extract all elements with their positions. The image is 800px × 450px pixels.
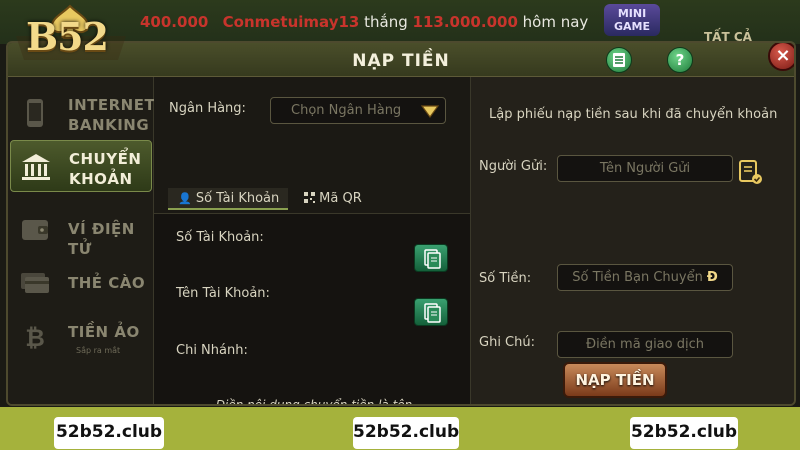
memo-placeholder: Điền mã giao dịch bbox=[586, 337, 704, 352]
tab-account-number[interactable]: 👤 Số Tài Khoản bbox=[168, 188, 288, 210]
bank-select[interactable]: Chọn Ngân Hàng bbox=[270, 97, 446, 124]
close-button[interactable]: × bbox=[768, 43, 794, 71]
sender-input[interactable]: Tên Người Gửi bbox=[557, 155, 733, 182]
sidebar-item-label: TIỀN ẢO bbox=[68, 322, 140, 342]
sidebar-label-line1: VÍ ĐIỆN TỬ bbox=[68, 220, 135, 258]
bank-select-placeholder: Chọn Ngân Hàng bbox=[291, 103, 402, 118]
ticker-verb: thắng bbox=[364, 13, 408, 31]
account-details-box: Số Tài Khoản: Tên Tài Khoản: Chi Nhánh: … bbox=[154, 213, 470, 406]
sidebar-item-label: THẺ CÀO bbox=[68, 273, 145, 293]
bitcoin-icon: ₿ bbox=[25, 324, 45, 352]
help-button[interactable]: ? bbox=[667, 47, 693, 73]
copy-account-number-button[interactable] bbox=[414, 244, 448, 272]
copy-icon bbox=[424, 303, 441, 323]
watermark-label: 52b52.club bbox=[54, 417, 164, 449]
copy-icon bbox=[424, 249, 441, 269]
payment-method-sidebar: INTERNET BANKING CHUYỂN KHOẢN VÍ ĐIỆN TỬ… bbox=[8, 77, 155, 404]
branch-label: Chi Nhánh: bbox=[176, 343, 248, 358]
sidebar-label-line1: CHUYỂN bbox=[69, 150, 142, 168]
sidebar-item-the-cao[interactable]: THẺ CÀO bbox=[10, 257, 152, 309]
card-icon bbox=[21, 273, 49, 293]
bank-icon bbox=[22, 154, 50, 180]
coming-soon-label: Sắp ra mắt bbox=[76, 346, 121, 355]
memo-input[interactable]: Điền mã giao dịch bbox=[557, 331, 733, 358]
deposit-dialog: NẠP TIỀN ? × INTERNET BANKING CHUYỂN KHO… bbox=[6, 41, 796, 406]
currency-icon: Đ bbox=[706, 270, 718, 285]
logo-text: B52 bbox=[26, 14, 109, 59]
close-icon: × bbox=[775, 45, 791, 66]
b52-logo: B52 bbox=[6, 2, 136, 64]
chevron-down-icon bbox=[420, 105, 440, 119]
deposit-form-panel: Lập phiếu nạp tiền sau khi đã chuyển kho… bbox=[470, 77, 794, 404]
ticker-amount-left: 400.000 bbox=[140, 13, 209, 31]
ticker-amount: 113.000.000 bbox=[412, 13, 518, 31]
transfer-note: Điền nội dung chuyển tiền là tên chủ tài… bbox=[215, 398, 413, 406]
submit-deposit-button[interactable]: NẠP TIỀN bbox=[563, 362, 667, 398]
sidebar-item-vi-dien-tu[interactable]: VÍ ĐIỆN TỬ bbox=[10, 203, 152, 258]
sidebar-label-line2: BANKING bbox=[68, 116, 150, 134]
sidebar-item-internet-banking[interactable]: INTERNET BANKING bbox=[10, 87, 155, 139]
tab-account-label: Số Tài Khoản bbox=[195, 191, 280, 206]
sidebar-item-label: INTERNET BANKING bbox=[68, 95, 155, 135]
winner-ticker: 400.000 Conmetuimay13 thắng 113.000.000 … bbox=[140, 13, 588, 31]
memo-label: Ghi Chú: bbox=[479, 335, 535, 350]
account-number-label: Số Tài Khoản: bbox=[176, 230, 264, 245]
sidebar-item-chuyen-khoan[interactable]: CHUYỂN KHOẢN bbox=[10, 140, 152, 192]
watermark-bar: 52b52.club 52b52.club 52b52.club bbox=[0, 407, 800, 450]
sidebar-item-label: VÍ ĐIỆN TỬ bbox=[68, 219, 152, 259]
document-icon bbox=[613, 53, 625, 67]
watermark-label: 52b52.club bbox=[630, 417, 738, 449]
mini-game-button[interactable]: MINI GAME bbox=[604, 4, 660, 36]
sidebar-label-line1: TIỀN ẢO bbox=[68, 323, 140, 341]
form-instruction: Lập phiếu nạp tiền sau khi đã chuyển kho… bbox=[489, 107, 778, 122]
history-button[interactable] bbox=[606, 47, 632, 73]
sidebar-label-line1: INTERNET bbox=[68, 96, 156, 114]
amount-input[interactable]: Số Tiền Bạn Chuyển Đ bbox=[557, 264, 733, 291]
watermark-label: 52b52.club bbox=[353, 417, 459, 449]
qr-icon bbox=[304, 192, 315, 203]
tab-qr-label: Mã QR bbox=[319, 191, 362, 206]
phone-icon bbox=[27, 99, 43, 127]
ticker-user: Conmetuimay13 bbox=[222, 13, 360, 31]
account-name-label: Tên Tài Khoản: bbox=[176, 286, 270, 301]
tab-qr-code[interactable]: Mã QR bbox=[304, 188, 384, 210]
amount-placeholder: Số Tiền Bạn Chuyển bbox=[572, 270, 703, 285]
copy-account-name-button[interactable] bbox=[414, 298, 448, 326]
sidebar-label-line1: THẺ CÀO bbox=[68, 274, 146, 292]
sidebar-item-label: CHUYỂN KHOẢN bbox=[69, 149, 141, 189]
user-icon: 👤 bbox=[178, 192, 192, 205]
mini-game-line2: GAME bbox=[613, 20, 650, 33]
sender-placeholder: Tên Người Gửi bbox=[599, 161, 691, 176]
sidebar-item-tien-ao[interactable]: ₿ TIỀN ẢO Sắp ra mắt bbox=[10, 311, 152, 363]
sidebar-label-line2: KHOẢN bbox=[69, 170, 133, 188]
help-icon: ? bbox=[675, 51, 685, 69]
amount-label: Số Tiền: bbox=[479, 271, 532, 286]
clipboard-icon[interactable] bbox=[737, 157, 763, 185]
svg-text:₿: ₿ bbox=[25, 324, 45, 352]
bank-label: Ngân Hàng: bbox=[169, 101, 246, 116]
mini-game-line1: MINI bbox=[617, 7, 647, 20]
wallet-icon bbox=[22, 220, 48, 240]
bank-info-panel: Ngân Hàng: Chọn Ngân Hàng 👤 Số Tài Khoản… bbox=[154, 77, 470, 406]
sender-label: Người Gửi: bbox=[479, 159, 548, 174]
ticker-suffix: hôm nay bbox=[522, 13, 589, 31]
